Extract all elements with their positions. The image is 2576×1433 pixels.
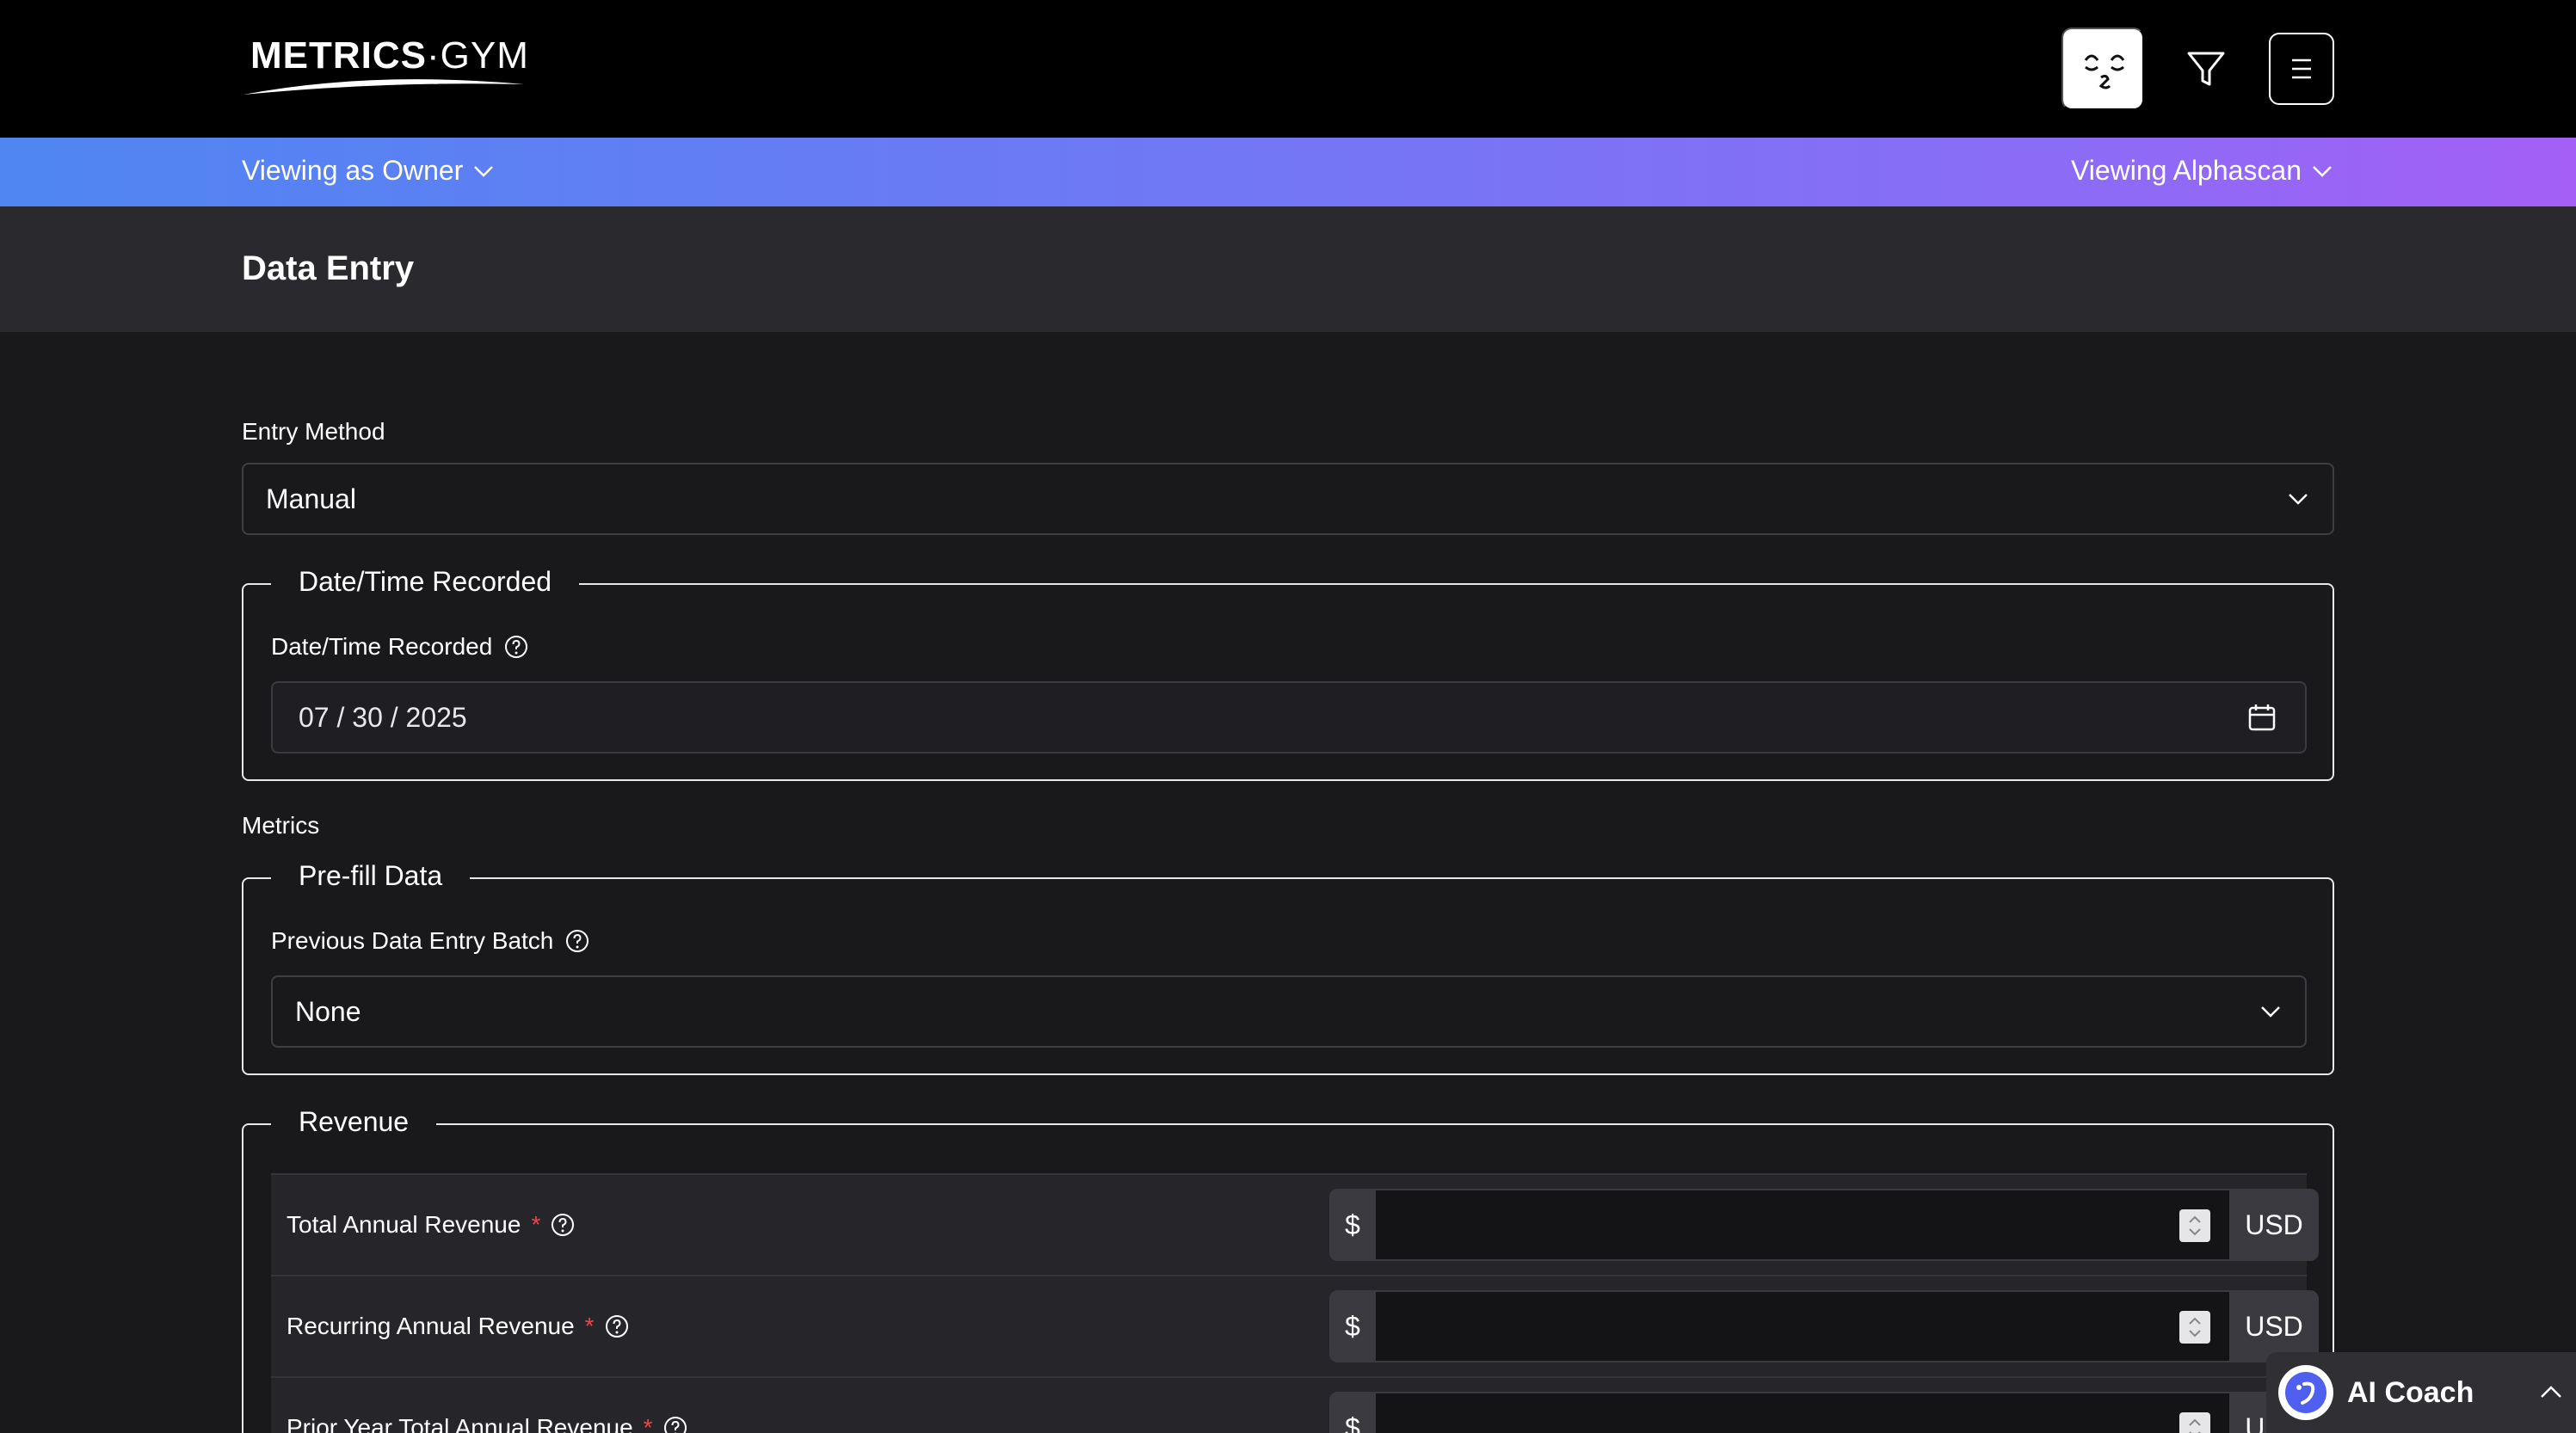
currency-prefix: $ — [1329, 1392, 1376, 1433]
entry-method-value: Manual — [266, 483, 356, 514]
required-marker: * — [531, 1211, 541, 1238]
page-title-bar: Data Entry — [0, 206, 2576, 332]
calendar-icon[interactable] — [2246, 702, 2277, 733]
viewing-role-label: Viewing as Owner — [242, 155, 464, 186]
metrics-label: Metrics — [242, 812, 320, 839]
revenue-row-label: Total Annual Revenue — [287, 1211, 521, 1238]
datetime-input[interactable]: 07 / 30 / 2025 — [271, 681, 2307, 753]
chevron-down-icon — [2313, 165, 2332, 177]
currency-prefix: $ — [1329, 1290, 1376, 1362]
revenue-row-label: Prior Year Total Annual Revenue — [287, 1414, 633, 1433]
chevron-down-icon — [2289, 494, 2308, 505]
datetime-value: 07 / 30 / 2025 — [299, 701, 467, 733]
help-circle-icon[interactable] — [663, 1416, 687, 1433]
required-marker: * — [643, 1414, 653, 1433]
metrics-gym-logo[interactable]: METRICS·GYM — [242, 31, 529, 100]
number-spinner-icon[interactable] — [2179, 1412, 2210, 1433]
datetime-fieldset: Date/Time Recorded Date/Time Recorded 07… — [242, 566, 2334, 781]
viewing-role-dropdown[interactable]: Viewing as Owner — [242, 155, 496, 187]
entry-method-select[interactable]: Manual — [242, 463, 2334, 535]
revenue-legend: Revenue — [271, 1106, 437, 1138]
chevron-down-icon — [2261, 1006, 2280, 1018]
help-circle-icon[interactable] — [551, 1213, 575, 1237]
chevron-up-icon[interactable] — [2536, 1378, 2566, 1407]
prior-year-revenue-field: $ USD — [1329, 1392, 2319, 1433]
currency-suffix: USD — [2229, 1189, 2319, 1261]
ai-coach-widget[interactable]: AI Coach — [2266, 1352, 2576, 1433]
number-spinner-icon[interactable] — [2179, 1311, 2210, 1344]
revenue-row-prior-year: Prior Year Total Annual Revenue * $ USD — [271, 1376, 2319, 1433]
total-annual-revenue-field: $ USD — [1329, 1189, 2319, 1261]
number-spinner-icon[interactable] — [2179, 1209, 2210, 1242]
ai-coach-label: AI Coach — [2347, 1376, 2474, 1409]
help-circle-icon[interactable] — [504, 635, 528, 659]
revenue-fieldset: Revenue Total Annual Revenue * $ USD Rec… — [242, 1106, 2334, 1433]
recurring-annual-revenue-input[interactable] — [1376, 1290, 2229, 1362]
logo-text-light: GYM — [440, 34, 529, 77]
recurring-annual-revenue-field: $ USD — [1329, 1290, 2319, 1362]
previous-batch-select[interactable]: None — [271, 975, 2307, 1048]
top-navbar: METRICS·GYM — [0, 0, 2576, 138]
ai-coach-icon — [2278, 1365, 2333, 1420]
previous-batch-value: None — [295, 995, 361, 1027]
revenue-row-recurring-annual: Recurring Annual Revenue * $ USD — [271, 1275, 2319, 1376]
user-avatar-button[interactable] — [2061, 28, 2144, 110]
prefill-legend: Pre-fill Data — [271, 860, 471, 892]
entry-method-label: Entry Method — [242, 418, 385, 445]
revenue-row-label: Recurring Annual Revenue — [287, 1313, 575, 1339]
filter-icon — [2187, 52, 2225, 86]
face-avatar-icon — [2084, 54, 2125, 89]
prior-year-revenue-input[interactable] — [1376, 1392, 2229, 1433]
help-circle-icon[interactable] — [565, 929, 589, 953]
datetime-field-label: Date/Time Recorded — [271, 633, 528, 661]
main-menu-button[interactable] — [2269, 33, 2334, 105]
chevron-down-icon — [474, 165, 494, 177]
datetime-legend: Date/Time Recorded — [271, 566, 580, 598]
logo-text-bold: METRICS — [250, 34, 427, 77]
help-circle-icon[interactable] — [605, 1314, 629, 1338]
prefill-fieldset: Pre-fill Data Previous Data Entry Batch … — [242, 860, 2334, 1075]
logo-text-dot: · — [427, 34, 441, 77]
viewing-context-bar: Viewing as Owner Viewing Alphascan — [0, 138, 2576, 206]
required-marker: * — [584, 1313, 595, 1339]
logo-swoosh-icon — [243, 79, 524, 95]
revenue-row-total-annual: Total Annual Revenue * $ USD — [271, 1173, 2319, 1275]
currency-prefix: $ — [1329, 1189, 1376, 1261]
hamburger-menu-icon — [2292, 58, 2311, 79]
viewing-company-dropdown[interactable]: Viewing Alphascan — [2071, 155, 2334, 187]
prefill-field-label: Previous Data Entry Batch — [271, 927, 589, 955]
filter-button[interactable] — [2184, 46, 2228, 91]
viewing-company-label: Viewing Alphascan — [2070, 155, 2302, 186]
page-title: Data Entry — [242, 249, 415, 287]
total-annual-revenue-input[interactable] — [1376, 1189, 2229, 1261]
